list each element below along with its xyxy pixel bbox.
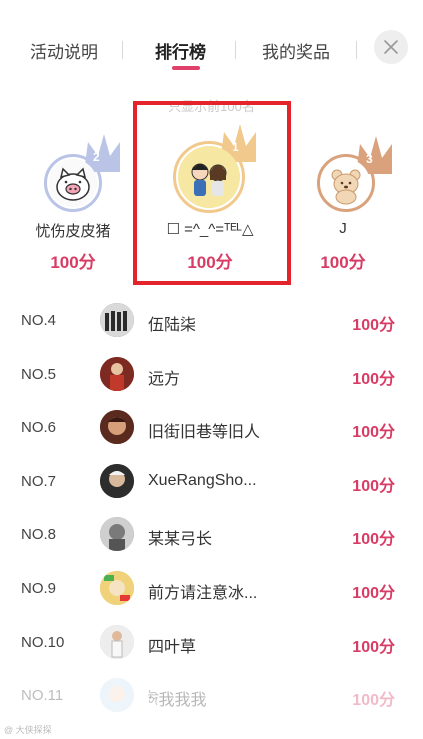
- user-name: ঈ我我我: [148, 692, 207, 709]
- avatar: [100, 625, 134, 659]
- rank-label: NO.7: [21, 473, 57, 490]
- user-name: 远方: [148, 371, 181, 388]
- rank-2-badge: 2: [93, 150, 100, 164]
- rank-label: NO.6: [21, 419, 57, 436]
- tab-activity-info[interactable]: 活动说明: [30, 38, 98, 63]
- avatar: [100, 517, 134, 551]
- podium-name: J: [339, 220, 347, 237]
- list-item[interactable]: NO.9 前方请注意冰... 100分: [0, 566, 423, 619]
- user-score: 100分: [352, 531, 395, 548]
- user-score: 100分: [352, 478, 395, 495]
- podium-score: 100分: [50, 253, 96, 272]
- pig-avatar: [49, 159, 97, 207]
- podium-score: 100分: [320, 253, 366, 272]
- rank-label: NO.11: [21, 687, 64, 704]
- avatar: [100, 464, 134, 498]
- active-tab-indicator: [172, 66, 200, 70]
- list-item[interactable]: NO.6 旧街旧巷等旧人 100分: [0, 405, 423, 458]
- user-score: 100分: [352, 639, 395, 656]
- user-name: 某某弓长: [148, 531, 213, 548]
- avatar: [100, 410, 134, 444]
- tab-bar: 活动说明 排行榜 我的奖品: [0, 0, 423, 96]
- tab-leaderboard[interactable]: 排行榜: [155, 38, 206, 63]
- avatar: [100, 571, 134, 605]
- user-score: 100分: [352, 424, 395, 441]
- watermark: @ 大侠探探: [4, 725, 52, 735]
- rank-label: NO.9: [21, 580, 57, 597]
- user-score: 100分: [352, 585, 395, 602]
- list-item[interactable]: NO.5 远方 100分: [0, 352, 423, 405]
- podium-name: 忧伤皮皮猪: [35, 223, 111, 240]
- tab-divider: [122, 41, 123, 59]
- list-item[interactable]: NO.10 四叶草 100分: [0, 620, 423, 673]
- list-item[interactable]: NO.4 伍陆柒 100分: [0, 298, 423, 351]
- avatar: [100, 678, 134, 712]
- user-name: 四叶草: [148, 639, 197, 656]
- user-score: 100分: [352, 692, 395, 709]
- list-item[interactable]: NO.8 某某弓长 100分: [0, 512, 423, 565]
- tab-divider: [235, 41, 236, 59]
- list-item[interactable]: NO.11 ঈ我我我 100分: [0, 673, 423, 726]
- avatar: [100, 357, 134, 391]
- user-name: 前方请注意冰...: [148, 585, 258, 602]
- user-name: 伍陆柒: [148, 317, 197, 334]
- tab-divider: [356, 41, 357, 59]
- rank-label: NO.5: [21, 366, 57, 383]
- user-score: 100分: [352, 371, 395, 388]
- rank-label: NO.4: [21, 312, 57, 329]
- list-item[interactable]: NO.7 XueRangSho... 100分: [0, 459, 423, 512]
- avatar: [100, 303, 134, 337]
- close-icon: [384, 40, 398, 54]
- user-score: 100分: [352, 317, 395, 334]
- highlight-box: [133, 101, 291, 285]
- user-name: XueRangSho...: [148, 472, 257, 489]
- tab-my-prizes[interactable]: 我的奖品: [262, 38, 330, 63]
- rank-label: NO.10: [21, 634, 65, 651]
- user-name: 旧街旧巷等旧人: [148, 424, 261, 441]
- close-button[interactable]: [374, 30, 408, 64]
- rank-label: NO.8: [21, 526, 57, 543]
- bear-avatar: [322, 159, 370, 207]
